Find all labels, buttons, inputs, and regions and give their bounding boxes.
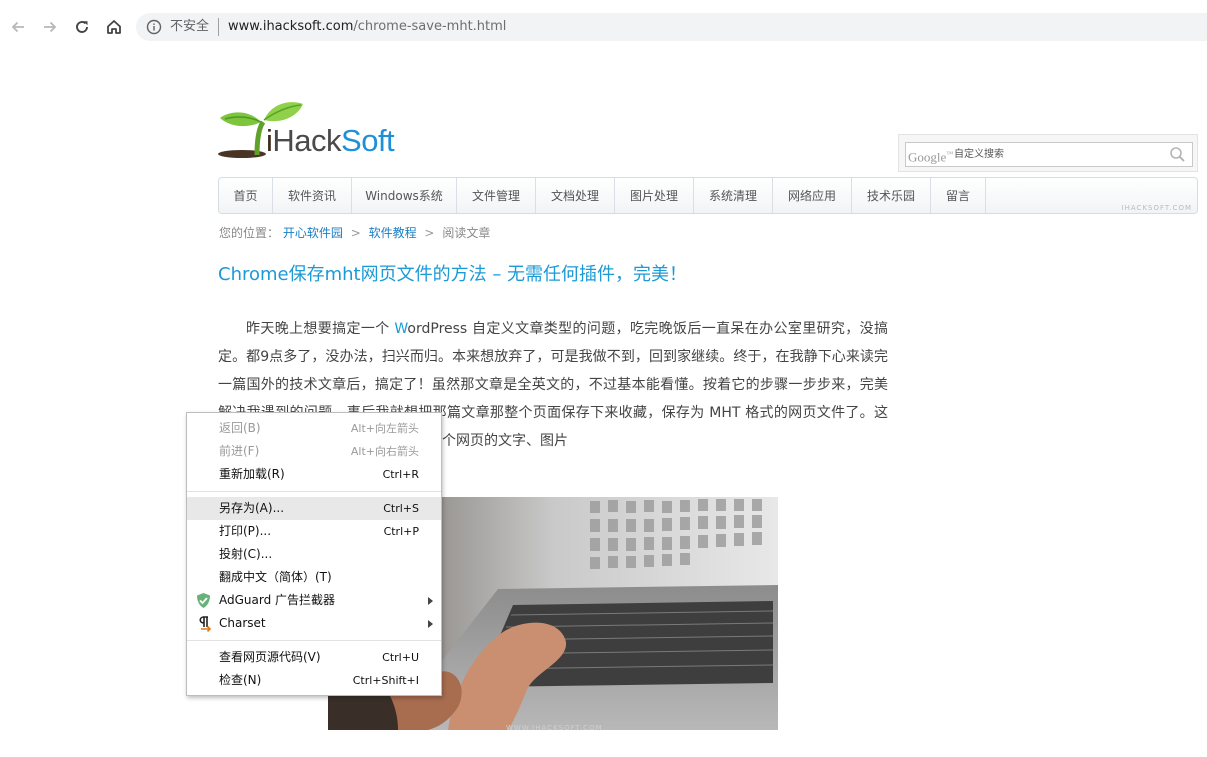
article-title[interactable]: Chrome保存mht网页文件的方法 – 无需任何插件，完美！ [218, 263, 687, 287]
menu-item-save-as[interactable]: 另存为(A)... Ctrl+S [187, 497, 441, 520]
nav-item-file-management[interactable]: 文件管理 [457, 178, 536, 213]
search-input[interactable]: Google™ 自定义搜索 [905, 142, 1193, 167]
nav-item-tech[interactable]: 技术乐园 [852, 178, 931, 213]
search-icon[interactable] [1169, 146, 1186, 163]
nav-item-image[interactable]: 图片处理 [615, 178, 694, 213]
menu-divider [187, 640, 441, 641]
info-icon[interactable] [146, 19, 162, 35]
wordpress-link[interactable]: WordPress [394, 321, 467, 337]
menu-item-view-source[interactable]: 查看网页源代码(V) Ctrl+U [187, 646, 441, 669]
menu-item-translate[interactable]: 翻成中文（简体）(T) [187, 566, 441, 589]
menu-divider [187, 491, 441, 492]
logo-wordmark: iHackSoft [266, 123, 395, 158]
nav-item-network[interactable]: 网络应用 [773, 178, 852, 213]
charset-pilcrow-icon [199, 616, 212, 632]
menu-item-reload[interactable]: 重新加载(R) Ctrl+R [187, 463, 441, 486]
browser-toolbar: 不安全 www.ihacksoft.com/chrome-save-mht.ht… [0, 0, 1207, 54]
breadcrumb-current: 阅读文章 [442, 226, 491, 240]
forward-icon [44, 21, 57, 33]
breadcrumb: 您的位置： 开心软件园 > 软件教程 > 阅读文章 [219, 225, 490, 241]
forward-button[interactable] [39, 16, 61, 38]
menu-item-adguard[interactable]: AdGuard 广告拦截器 [187, 589, 441, 612]
menu-item-back[interactable]: 返回(B) Alt+向左箭头 [187, 417, 441, 440]
site-logo[interactable]: iHackSoft [217, 98, 417, 162]
menu-item-print[interactable]: 打印(P)... Ctrl+P [187, 520, 441, 543]
search-placeholder: 自定义搜索 [954, 149, 1004, 160]
breadcrumb-home-link[interactable]: 开心软件园 [283, 226, 343, 240]
submenu-arrow-icon [428, 620, 433, 628]
back-button[interactable] [7, 16, 29, 38]
address-bar[interactable]: 不安全 www.ihacksoft.com/chrome-save-mht.ht… [136, 13, 1207, 41]
menu-item-charset[interactable]: Charset [187, 612, 441, 635]
nav-item-windows[interactable]: Windows系统 [352, 178, 457, 213]
submenu-arrow-icon [428, 597, 433, 605]
nav-watermark: IHACKSOFT.COM [1121, 204, 1192, 212]
breadcrumb-separator: > [424, 226, 435, 240]
url-host: www.ihacksoft.com [228, 19, 354, 34]
site-search: Google™ 自定义搜索 [898, 134, 1198, 172]
breadcrumb-prefix: 您的位置： [219, 226, 280, 240]
svg-text:WWW.IHACKSOFT.COM: WWW.IHACKSOFT.COM [506, 724, 603, 730]
menu-item-forward[interactable]: 前进(F) Alt+向右箭头 [187, 440, 441, 463]
menu-item-inspect[interactable]: 检查(N) Ctrl+Shift+I [187, 669, 441, 692]
reload-icon [76, 21, 88, 33]
security-label: 不安全 [170, 19, 210, 34]
breadcrumb-separator: > [350, 226, 361, 240]
url-text[interactable]: www.ihacksoft.com/chrome-save-mht.html [228, 19, 506, 35]
nav-item-document[interactable]: 文档处理 [536, 178, 615, 213]
adguard-shield-icon [197, 593, 210, 608]
back-icon [11, 21, 24, 33]
context-menu: 返回(B) Alt+向左箭头 前进(F) Alt+向右箭头 重新加载(R) Ct… [186, 412, 442, 696]
home-button[interactable] [103, 16, 125, 38]
home-icon [107, 20, 121, 34]
main-nav: 首页 软件资讯 Windows系统 文件管理 文档处理 图片处理 系统清理 网络… [218, 177, 1198, 214]
menu-item-cast[interactable]: 投射(C)... [187, 543, 441, 566]
omnibox-divider [218, 18, 219, 36]
nav-item-cleanup[interactable]: 系统清理 [694, 178, 773, 213]
nav-item-software-news[interactable]: 软件资讯 [273, 178, 352, 213]
google-logo: Google™ [908, 149, 954, 165]
reload-button[interactable] [71, 16, 93, 38]
nav-item-home[interactable]: 首页 [219, 178, 273, 213]
url-path: /chrome-save-mht.html [353, 19, 507, 34]
nav-item-guestbook[interactable]: 留言 [931, 178, 986, 213]
breadcrumb-category-link[interactable]: 软件教程 [369, 226, 417, 240]
